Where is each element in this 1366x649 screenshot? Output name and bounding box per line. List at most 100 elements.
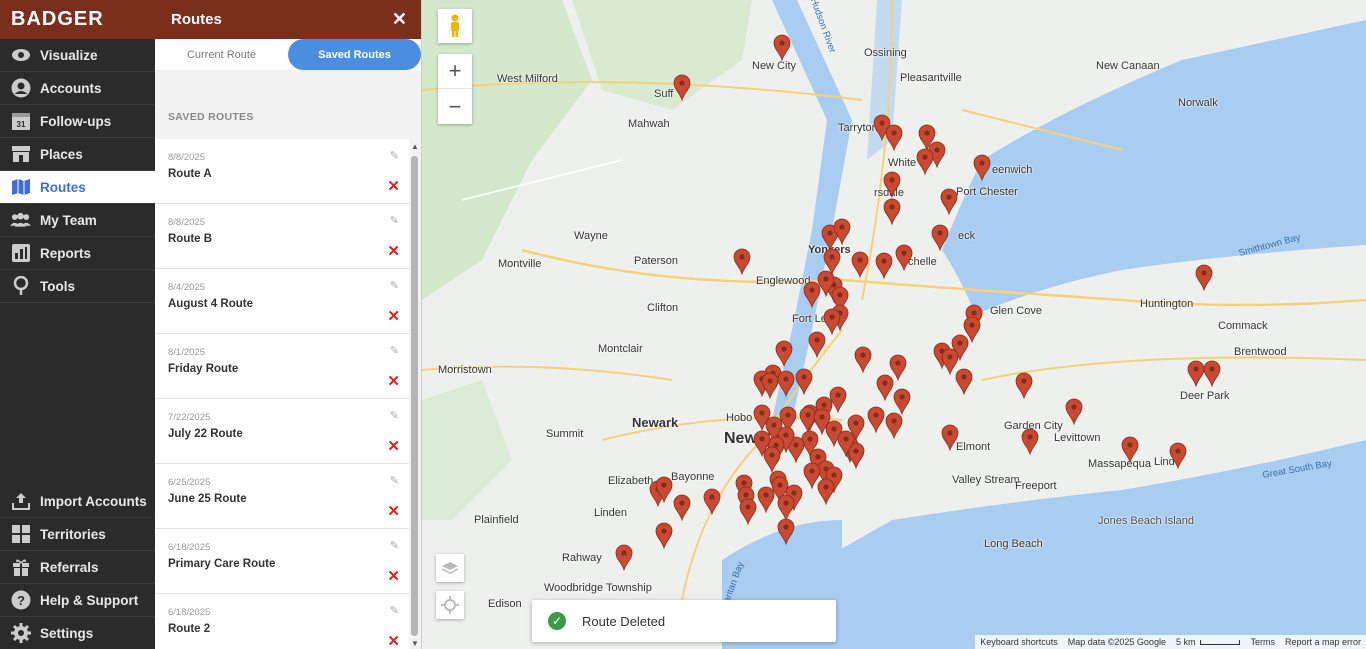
- delete-icon[interactable]: ✕: [387, 567, 400, 585]
- account-pin[interactable]: [941, 348, 959, 376]
- account-pin[interactable]: [795, 368, 813, 396]
- nav-item-tools[interactable]: Tools: [0, 270, 155, 303]
- account-pin[interactable]: [851, 251, 869, 279]
- account-pin[interactable]: [1121, 436, 1139, 464]
- account-pin[interactable]: [893, 388, 911, 416]
- scale-label[interactable]: 5 km: [1176, 637, 1196, 647]
- account-pin[interactable]: [876, 374, 894, 402]
- account-pin[interactable]: [803, 281, 821, 309]
- account-pin[interactable]: [775, 340, 793, 368]
- delete-icon[interactable]: ✕: [387, 307, 400, 325]
- account-pin[interactable]: [1169, 442, 1187, 470]
- pencil-icon[interactable]: ✎: [390, 149, 399, 162]
- account-pin[interactable]: [763, 446, 781, 474]
- pencil-icon[interactable]: ✎: [390, 474, 399, 487]
- account-pin[interactable]: [883, 198, 901, 226]
- list-item[interactable]: 8/8/2025 Route B ✎ ✕: [155, 204, 409, 269]
- scroll-thumb[interactable]: [411, 156, 418, 636]
- list-item[interactable]: 6/18/2025 Route 2 ✎ ✕: [155, 594, 409, 649]
- account-pin[interactable]: [1021, 428, 1039, 456]
- account-pin[interactable]: [615, 544, 633, 572]
- account-pin[interactable]: [808, 331, 826, 359]
- nav-item-my-team[interactable]: My Team: [0, 204, 155, 237]
- delete-icon[interactable]: ✕: [387, 632, 400, 649]
- account-pin[interactable]: [733, 248, 751, 276]
- account-pin[interactable]: [867, 406, 885, 434]
- account-pin[interactable]: [1195, 264, 1213, 292]
- account-pin[interactable]: [889, 354, 907, 382]
- account-pin[interactable]: [655, 522, 673, 550]
- account-pin[interactable]: [833, 218, 851, 246]
- nav-item-import-accounts[interactable]: Import Accounts: [0, 485, 155, 518]
- scroll-up-icon[interactable]: ▲: [411, 142, 419, 151]
- close-icon[interactable]: ✕: [392, 9, 407, 30]
- account-pin[interactable]: [854, 346, 872, 374]
- report-error-link[interactable]: Report a map error: [1285, 637, 1361, 647]
- locate-button[interactable]: [436, 591, 464, 619]
- delete-icon[interactable]: ✕: [387, 177, 400, 195]
- account-pin[interactable]: [829, 386, 847, 414]
- zoom-in-button[interactable]: +: [438, 54, 472, 89]
- account-pin[interactable]: [931, 224, 949, 252]
- account-pin[interactable]: [1187, 360, 1205, 388]
- account-pin[interactable]: [1015, 372, 1033, 400]
- account-pin[interactable]: [823, 308, 841, 336]
- layers-button[interactable]: [436, 554, 464, 582]
- account-pin[interactable]: [1203, 360, 1221, 388]
- list-item[interactable]: 8/8/2025 Route A ✎ ✕: [155, 139, 409, 204]
- account-pin[interactable]: [955, 368, 973, 396]
- nav-item-settings[interactable]: Settings: [0, 617, 155, 649]
- delete-icon[interactable]: ✕: [387, 437, 400, 455]
- nav-item-territories[interactable]: Territories: [0, 518, 155, 551]
- account-pin[interactable]: [739, 498, 757, 526]
- account-pin[interactable]: [940, 188, 958, 216]
- account-pin[interactable]: [673, 494, 691, 522]
- nav-item-referrals[interactable]: Referrals: [0, 551, 155, 584]
- account-pin[interactable]: [799, 406, 817, 434]
- account-pin[interactable]: [941, 424, 959, 452]
- account-pin[interactable]: [773, 34, 791, 62]
- account-pin[interactable]: [916, 148, 934, 176]
- pencil-icon[interactable]: ✎: [390, 604, 399, 617]
- delete-icon[interactable]: ✕: [387, 502, 400, 520]
- nav-item-follow-ups[interactable]: 31 Follow-ups: [0, 105, 155, 138]
- account-pin[interactable]: [885, 124, 903, 152]
- brand-logo[interactable]: BADGER: [0, 0, 155, 39]
- account-pin[interactable]: [803, 462, 821, 490]
- scroll-down-icon[interactable]: ▼: [411, 639, 419, 648]
- pencil-icon[interactable]: ✎: [390, 539, 399, 552]
- delete-icon[interactable]: ✕: [387, 372, 400, 390]
- nav-item-reports[interactable]: Reports: [0, 237, 155, 270]
- nav-item-accounts[interactable]: Accounts: [0, 72, 155, 105]
- delete-icon[interactable]: ✕: [387, 242, 400, 260]
- tab-saved-routes[interactable]: Saved Routes: [288, 39, 421, 70]
- account-pin[interactable]: [1065, 398, 1083, 426]
- account-pin[interactable]: [895, 244, 913, 272]
- nav-item-help-support[interactable]: ? Help & Support: [0, 584, 155, 617]
- account-pin[interactable]: [823, 248, 841, 276]
- list-item[interactable]: 8/1/2025 Friday Route ✎ ✕: [155, 334, 409, 399]
- pencil-icon[interactable]: ✎: [390, 409, 399, 422]
- nav-item-places[interactable]: Places: [0, 138, 155, 171]
- list-item[interactable]: 7/22/2025 July 22 Route ✎ ✕: [155, 399, 409, 464]
- account-pin[interactable]: [673, 74, 691, 102]
- list-scrollbar[interactable]: ▲ ▼: [411, 142, 419, 648]
- account-pin[interactable]: [973, 154, 991, 182]
- nav-item-visualize[interactable]: Visualize: [0, 39, 155, 72]
- account-pin[interactable]: [757, 486, 775, 514]
- account-pin[interactable]: [777, 518, 795, 546]
- terms-link[interactable]: Terms: [1250, 637, 1275, 647]
- keyboard-shortcuts-link[interactable]: Keyboard shortcuts: [980, 637, 1058, 647]
- list-item[interactable]: 6/18/2025 Primary Care Route ✎ ✕: [155, 529, 409, 594]
- pencil-icon[interactable]: ✎: [390, 279, 399, 292]
- account-pin[interactable]: [777, 494, 795, 522]
- pencil-icon[interactable]: ✎: [390, 344, 399, 357]
- account-pin[interactable]: [761, 372, 779, 400]
- map-view[interactable]: New City Ossining New Canaan West Milfor…: [422, 0, 1366, 649]
- list-item[interactable]: 8/4/2025 August 4 Route ✎ ✕: [155, 269, 409, 334]
- zoom-out-button[interactable]: −: [438, 89, 472, 124]
- pencil-icon[interactable]: ✎: [390, 214, 399, 227]
- nav-item-routes[interactable]: Routes: [0, 171, 155, 204]
- account-pin[interactable]: [777, 370, 795, 398]
- account-pin[interactable]: [875, 252, 893, 280]
